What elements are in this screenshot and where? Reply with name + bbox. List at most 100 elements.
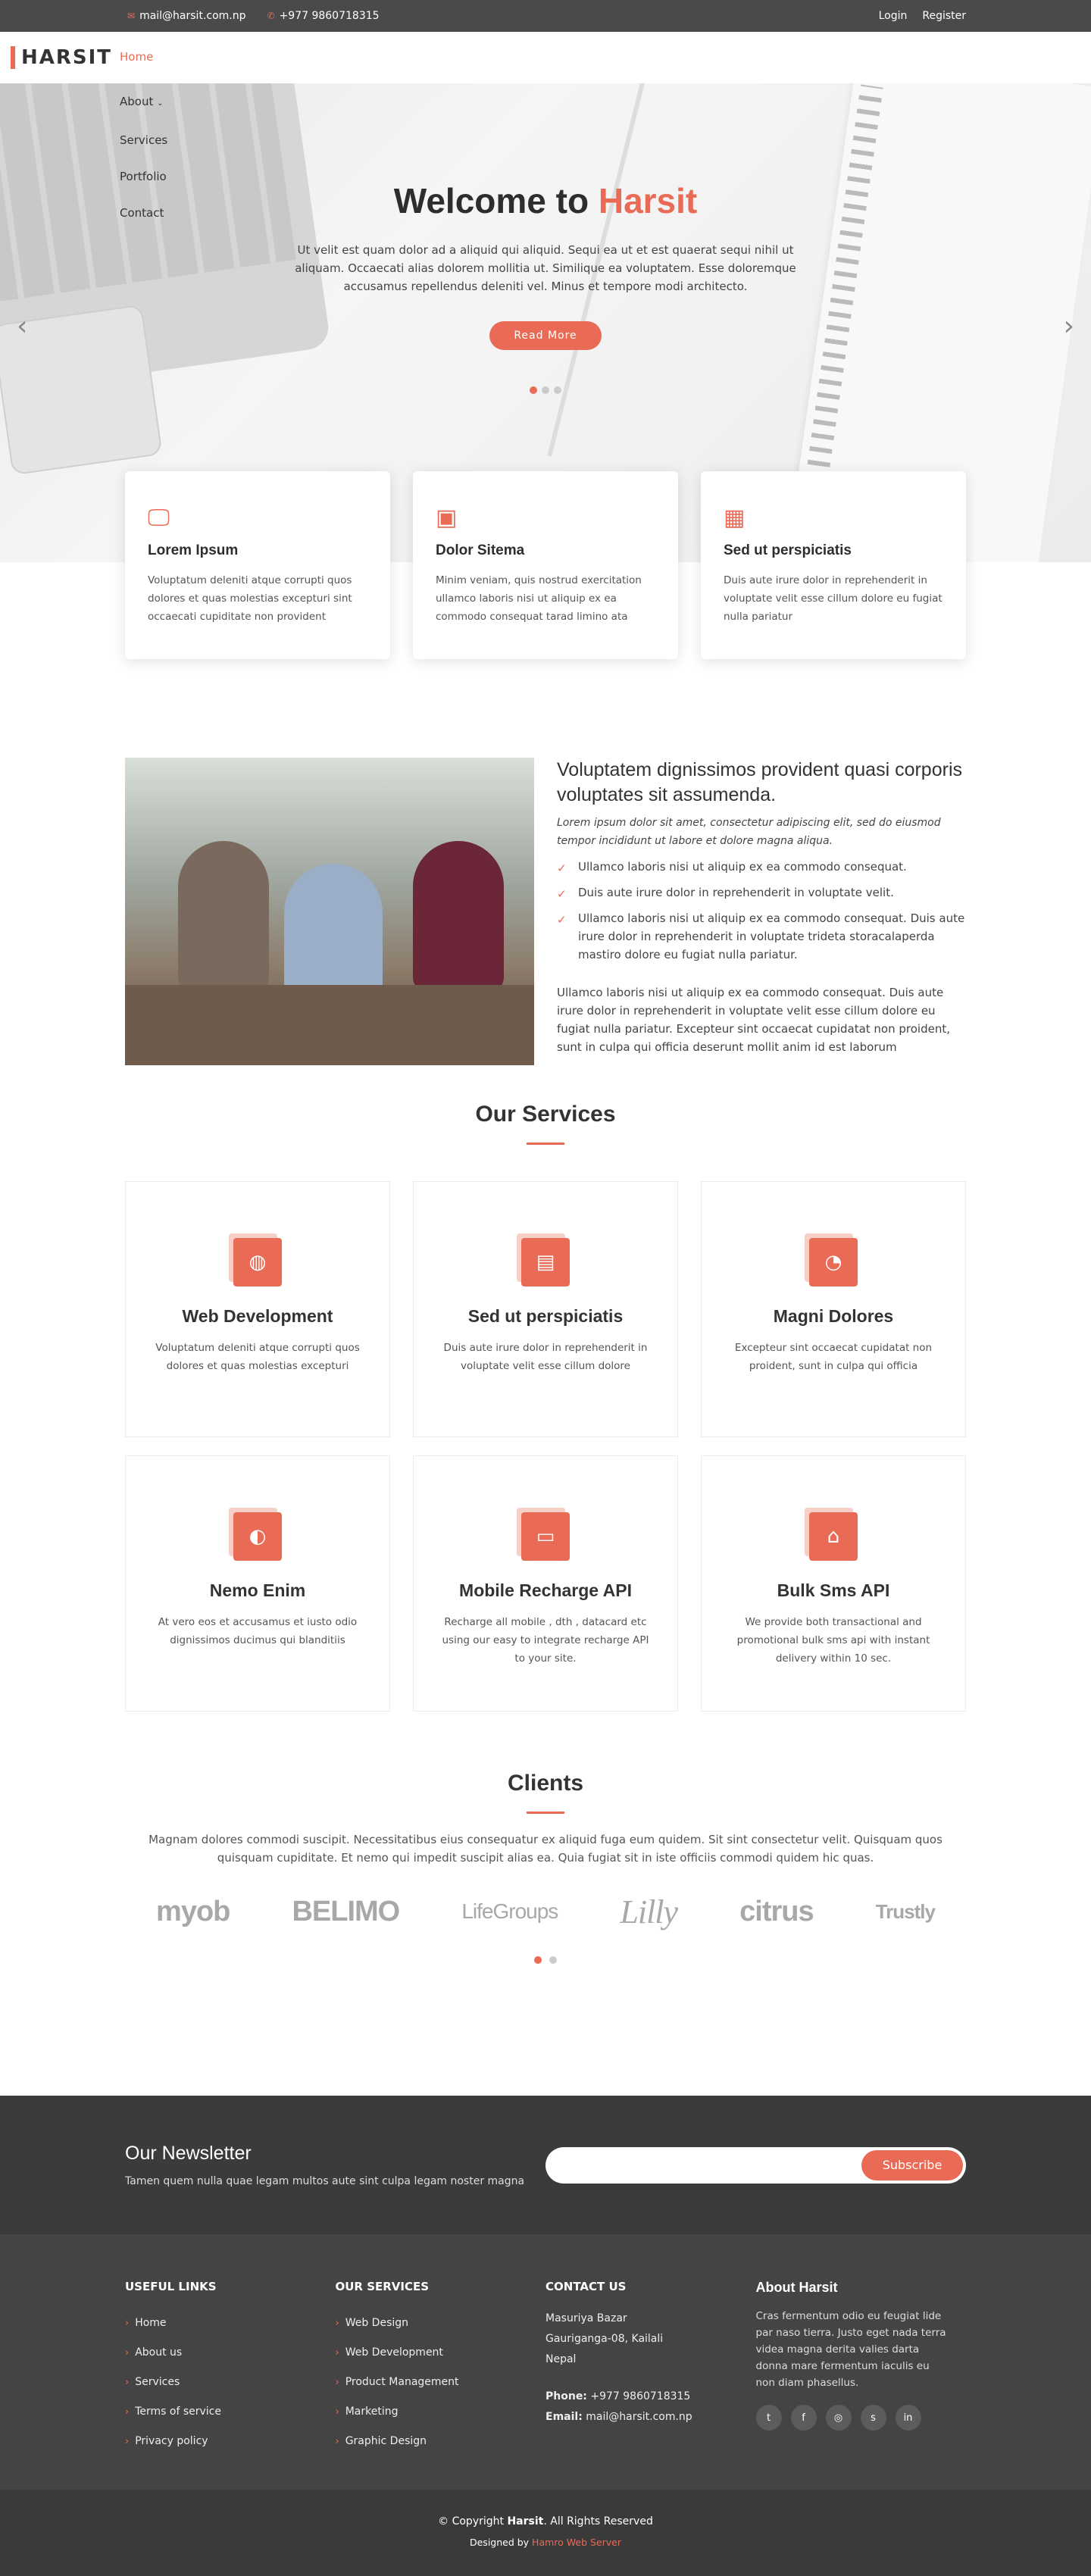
feature-card: ▦ Sed ut perspiciatis Duis aute irure do…	[701, 471, 966, 659]
globe-icon: ◐	[233, 1512, 282, 1561]
footer-link[interactable]: › Home	[125, 2309, 336, 2338]
footer-link[interactable]: › Terms of service	[125, 2397, 336, 2427]
clients-indicator-2[interactable]	[549, 1956, 557, 1964]
newsletter-text: Our Newsletter Tamen quem nulla quae leg…	[125, 2143, 524, 2187]
chevron-right-icon: ›	[335, 2436, 339, 2447]
chevron-right-icon: ›	[335, 2377, 339, 2388]
check-circle-icon: ✓	[557, 887, 567, 901]
footer-useful-links: Useful Links › Home › About us › Services › Ter…	[125, 2280, 336, 2490]
footer-service-link[interactable]: › Web Development	[336, 2338, 546, 2368]
clients-heading: Clients	[0, 1771, 1091, 1814]
phone-icon: ✆	[267, 11, 275, 21]
service-card[interactable]: ◍ Web Development Voluptatum deleniti at…	[125, 1181, 390, 1437]
about-lead: Lorem ipsum dolor sit amet, consectetur …	[557, 817, 941, 847]
check-circle-icon: ✓	[557, 861, 567, 875]
footer: Useful Links › Home › About us › Services › Ter…	[0, 2234, 1091, 2490]
section-title: Our Services	[475, 1102, 616, 1127]
service-icon-box: ◐	[229, 1508, 282, 1561]
client-logo-trustly[interactable]: Trustly	[876, 1900, 936, 1924]
chevron-right-icon: ›	[125, 2318, 130, 2329]
nav-about[interactable]: About ⌄	[120, 83, 167, 122]
logo[interactable]: HARSIT	[11, 46, 112, 69]
feature-card: ▣ Dolor Sitema Minim veniam, quis nostru…	[413, 471, 678, 659]
title-underline	[527, 1143, 564, 1145]
hero-indicators	[0, 386, 1091, 394]
facebook-icon[interactable]: f	[790, 2405, 817, 2431]
footer-link[interactable]: › About us	[125, 2338, 336, 2368]
skype-icon[interactable]: s	[860, 2405, 886, 2431]
slide-indicator-1[interactable]	[530, 386, 537, 394]
service-card[interactable]: ▤ Sed ut perspiciatis Duis aute irure do…	[413, 1181, 678, 1437]
contact-phone: Phone: +977 9860718315	[546, 2390, 691, 2402]
chevron-right-icon: ›	[335, 2318, 339, 2329]
client-logo-belimo[interactable]: BELIMO	[292, 1896, 400, 1928]
calendar-icon: ▦	[724, 505, 746, 531]
footer-service-link[interactable]: › Web Design	[336, 2309, 546, 2338]
client-logo-citrus[interactable]: citrus	[739, 1896, 814, 1928]
hero-content: Welcome to Harsit Ut velit est quam dolo…	[0, 180, 1091, 394]
read-more-button[interactable]: Read More	[489, 321, 602, 350]
feature-title: Dolor Sitema	[436, 542, 525, 558]
designed-by: Designed by Hamro Web Server	[469, 2537, 621, 2548]
clients-section: Clients Magnam dolores commodi suscipit.…	[0, 1771, 1091, 2096]
footer-service-link[interactable]: › Graphic Design	[336, 2427, 546, 2456]
slide-indicator-3[interactable]	[554, 386, 561, 394]
subscribe-button[interactable]: Subscribe	[861, 2149, 963, 2181]
client-logo-lifegroups[interactable]: LifeGroups	[461, 1899, 558, 1924]
nav-services[interactable]: Services	[120, 122, 167, 158]
instagram-icon[interactable]: ◎	[825, 2405, 852, 2431]
nav-home[interactable]: Home	[120, 50, 153, 64]
about-list: ✓ Ullamco laboris nisi ut aliquip ex ea c…	[557, 858, 966, 964]
feature-text: Voluptatum deleniti atque corrupti quos …	[148, 574, 352, 623]
feature-cards: 🖵 Lorem Ipsum Voluptatum deleniti atque …	[125, 471, 966, 659]
service-title: Mobile Recharge API	[459, 1580, 632, 1600]
feature-text: Duis aute irure dolor in reprehenderit i…	[724, 574, 943, 623]
register-link[interactable]: Register	[922, 10, 966, 22]
login-link[interactable]: Login	[879, 10, 908, 22]
section-title: Clients	[507, 1771, 584, 1796]
topbar-phone[interactable]: ✆ +977 9860718315	[267, 10, 380, 22]
topbar-auth: Login Register	[879, 10, 966, 22]
hero-text: Ut velit est quam dolor ad a aliquid qui…	[295, 243, 796, 293]
contact-email: Email: mail@harsit.com.np	[546, 2411, 692, 2423]
footer-link[interactable]: › Services	[125, 2368, 336, 2397]
client-logos: myob BELIMO LifeGroups Lilly citrus Trus…	[125, 1885, 966, 1938]
building-icon: ⌂	[809, 1512, 858, 1561]
about-paragraph: Ullamco laboris nisi ut aliquip ex ea co…	[557, 986, 950, 1054]
social-links: t f ◎ s in	[755, 2405, 967, 2431]
service-icon-box: ▭	[517, 1508, 570, 1561]
client-logo-lilly[interactable]: Lilly	[620, 1893, 678, 1931]
twitter-icon[interactable]: t	[755, 2405, 782, 2431]
client-logo-myob[interactable]: myob	[156, 1896, 230, 1928]
service-card[interactable]: ◐ Nemo Enim At vero eos et accusamus et …	[125, 1455, 390, 1712]
team-photo	[125, 758, 534, 1065]
prev-slide-icon[interactable]: ‹	[17, 311, 27, 342]
clients-indicator-1[interactable]	[534, 1956, 542, 1964]
newsletter-form: Subscribe	[546, 2146, 966, 2184]
service-card[interactable]: ▭ Mobile Recharge API Recharge all mobil…	[413, 1455, 678, 1712]
footer-services: Our Services › Web Design › Web Development…	[336, 2280, 546, 2490]
clients-indicators	[0, 1956, 1091, 1964]
main-nav: Home	[120, 50, 153, 80]
feature-text: Minim veniam, quis nostrud exercitation …	[436, 574, 642, 623]
service-text: Voluptatum deleniti atque corrupti quos …	[155, 1342, 360, 1372]
slide-indicator-2[interactable]	[542, 386, 549, 394]
copyright-text: © Copyright Harsit. All Rights Reserved	[438, 2515, 653, 2528]
service-text: We provide both transactional and promot…	[736, 1616, 930, 1665]
contact-address: Masuriya Bazar Gauriganga-08, Kailali Ne…	[546, 2309, 756, 2428]
footer-link[interactable]: › Privacy policy	[125, 2427, 336, 2456]
clients-description: Magnam dolores commodi suscipit. Necessi…	[148, 1833, 943, 1865]
service-icon-box: ▤	[517, 1233, 570, 1286]
feature-card: 🖵 Lorem Ipsum Voluptatum deleniti atque …	[125, 471, 390, 659]
footer-service-link[interactable]: › Product Management	[336, 2368, 546, 2397]
topbar-email[interactable]: ✉ mail@harsit.com.np	[127, 10, 246, 22]
next-slide-icon[interactable]: ›	[1064, 311, 1074, 342]
footer-service-link[interactable]: › Marketing	[336, 2397, 546, 2427]
service-card[interactable]: ⌂ Bulk Sms API We provide both transacti…	[701, 1455, 966, 1712]
footer-heading: Our Services	[335, 2280, 430, 2293]
topbar: ✉ mail@harsit.com.np ✆ +977 9860718315 Log…	[0, 0, 1091, 32]
designer-link[interactable]: Hamro Web Server	[532, 2537, 621, 2548]
linkedin-icon[interactable]: in	[895, 2405, 921, 2431]
footer-about: About Harsit Cras fermentum odio eu feug…	[755, 2280, 967, 2490]
service-card[interactable]: ◔ Magni Dolores Excepteur sint occaecat …	[701, 1181, 966, 1437]
